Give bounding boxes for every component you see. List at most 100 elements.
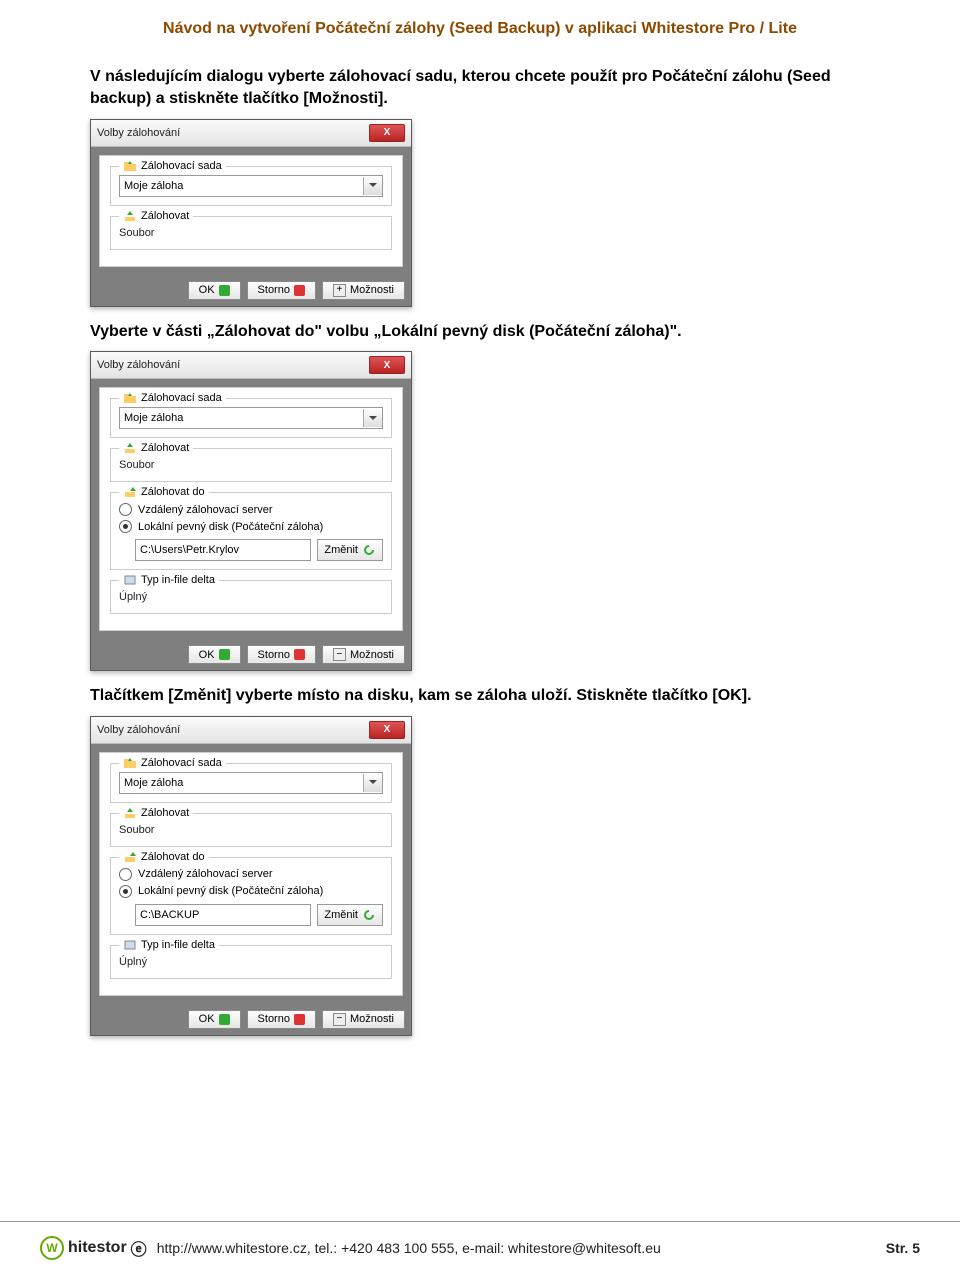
radio-remote[interactable]: Vzdálený zálohovací server: [119, 866, 383, 883]
dialog-1: Volby zálohování X Zálohovací sada: [90, 119, 412, 307]
delta-value: Úplný: [119, 954, 383, 970]
radio-on-icon: [119, 885, 132, 898]
folder-up-icon: [123, 159, 137, 173]
group-set-label: Zálohovací sada: [141, 160, 222, 172]
logo-icon: W: [40, 1236, 64, 1260]
radio-on-icon: [119, 520, 132, 533]
backup-set-combo[interactable]: [119, 407, 383, 429]
check-icon: [219, 285, 230, 296]
options-button[interactable]: −Možnosti: [322, 1010, 405, 1029]
check-icon: [219, 1014, 230, 1025]
group-set-label: Zálohovací sada: [141, 757, 222, 769]
radio-icon: [119, 868, 132, 881]
group-delta-label: Typ in-file delta: [141, 939, 215, 951]
local-path-input[interactable]: [135, 904, 311, 926]
dialog-titlebar: Volby zálohování X: [91, 352, 411, 379]
group-backup-label: Zálohovat: [141, 807, 189, 819]
folder-up-icon: [123, 391, 137, 405]
page-number: Str. 5: [886, 1240, 920, 1256]
group-delta: Typ in-file delta Úplný: [110, 945, 392, 979]
paragraph-3: Tlačítkem [Změnit] vyberte místo na disk…: [90, 685, 870, 707]
group-backup-set: Zálohovací sada: [110, 763, 392, 803]
group-backup-label: Zálohovat: [141, 442, 189, 454]
close-icon[interactable]: X: [369, 356, 405, 374]
cancel-button[interactable]: Storno: [247, 281, 316, 300]
ok-button[interactable]: OK: [188, 281, 241, 300]
paragraph-1: V následujícím dialogu vyberte zálohovac…: [90, 66, 870, 111]
paragraph-2: Vyberte v části „Zálohovat do" volbu „Lo…: [90, 321, 870, 343]
backup-set-value[interactable]: [120, 178, 363, 194]
group-backup: Zálohovat Soubor: [110, 813, 392, 847]
radio-local[interactable]: Lokální pevný disk (Počáteční záloha): [119, 883, 383, 900]
group-backup-label: Zálohovat: [141, 210, 189, 222]
folder-up-icon: [123, 756, 137, 770]
backup-type-value: Soubor: [119, 457, 383, 473]
delta-value: Úplný: [119, 589, 383, 605]
group-dest-label: Zálohovat do: [141, 851, 205, 863]
upload-icon: [123, 806, 137, 820]
ok-button[interactable]: OK: [188, 1010, 241, 1029]
group-set-label: Zálohovací sada: [141, 392, 222, 404]
chevron-down-icon[interactable]: [363, 177, 382, 195]
logo-text: hitestor: [68, 1239, 127, 1257]
cancel-button[interactable]: Storno: [247, 1010, 316, 1029]
dialog-button-row: OK Storno −Možnosti: [91, 639, 411, 670]
backup-set-combo[interactable]: [119, 175, 383, 197]
backup-set-combo[interactable]: [119, 772, 383, 794]
chevron-down-icon[interactable]: [363, 409, 382, 427]
delta-icon: [123, 938, 137, 952]
destination-icon: [123, 485, 137, 499]
whitestore-logo: W hitestorⓔ: [40, 1236, 147, 1260]
backup-set-value[interactable]: [120, 410, 363, 426]
x-icon: [294, 1014, 305, 1025]
upload-icon: [123, 441, 137, 455]
dialog-title: Volby zálohování: [97, 724, 180, 736]
change-button[interactable]: Změnit: [317, 904, 383, 926]
radio-local[interactable]: Lokální pevný disk (Počáteční záloha): [119, 518, 383, 535]
group-destination: Zálohovat do Vzdálený zálohovací server …: [110, 857, 392, 935]
backup-set-value[interactable]: [120, 775, 363, 791]
x-icon: [294, 649, 305, 660]
backup-type-value: Soubor: [119, 225, 383, 241]
radio-icon: [119, 503, 132, 516]
dialog-title: Volby zálohování: [97, 359, 180, 371]
page-title: Návod na vytvoření Počáteční zálohy (See…: [90, 20, 870, 38]
close-icon[interactable]: X: [369, 721, 405, 739]
upload-icon: [123, 209, 137, 223]
page-footer: W hitestorⓔ http://www.whitestore.cz, te…: [0, 1221, 960, 1274]
options-button[interactable]: −Možnosti: [322, 645, 405, 664]
group-backup: Zálohovat Soubor: [110, 216, 392, 250]
group-delta-label: Typ in-file delta: [141, 574, 215, 586]
backup-type-value: Soubor: [119, 822, 383, 838]
refresh-icon: [362, 908, 376, 922]
ok-button[interactable]: OK: [188, 645, 241, 664]
group-delta: Typ in-file delta Úplný: [110, 580, 392, 614]
plus-icon: +: [333, 284, 346, 297]
destination-icon: [123, 850, 137, 864]
group-dest-label: Zálohovat do: [141, 486, 205, 498]
group-backup: Zálohovat Soubor: [110, 448, 392, 482]
local-path-input[interactable]: [135, 539, 311, 561]
group-backup-set: Zálohovací sada: [110, 166, 392, 206]
dialog-button-row: OK Storno −Možnosti: [91, 1004, 411, 1035]
delta-icon: [123, 573, 137, 587]
radio-remote[interactable]: Vzdálený zálohovací server: [119, 501, 383, 518]
cancel-button[interactable]: Storno: [247, 645, 316, 664]
chevron-down-icon[interactable]: [363, 774, 382, 792]
refresh-icon: [362, 543, 376, 557]
close-icon[interactable]: X: [369, 124, 405, 142]
dialog-3: Volby zálohování X Zálohovací sada: [90, 716, 412, 1036]
options-button[interactable]: +Možnosti: [322, 281, 405, 300]
check-icon: [219, 649, 230, 660]
footer-info: http://www.whitestore.cz, tel.: +420 483…: [157, 1240, 661, 1256]
dialog-button-row: OK Storno +Možnosti: [91, 275, 411, 306]
dialog-2: Volby zálohování X Zálohovací sada: [90, 351, 412, 671]
minus-icon: −: [333, 1013, 346, 1026]
group-backup-set: Zálohovací sada: [110, 398, 392, 438]
dialog-titlebar: Volby zálohování X: [91, 717, 411, 744]
logo-e-icon: ⓔ: [131, 1236, 147, 1260]
group-destination: Zálohovat do Vzdálený zálohovací server …: [110, 492, 392, 570]
dialog-titlebar: Volby zálohování X: [91, 120, 411, 147]
change-button[interactable]: Změnit: [317, 539, 383, 561]
dialog-title: Volby zálohování: [97, 127, 180, 139]
